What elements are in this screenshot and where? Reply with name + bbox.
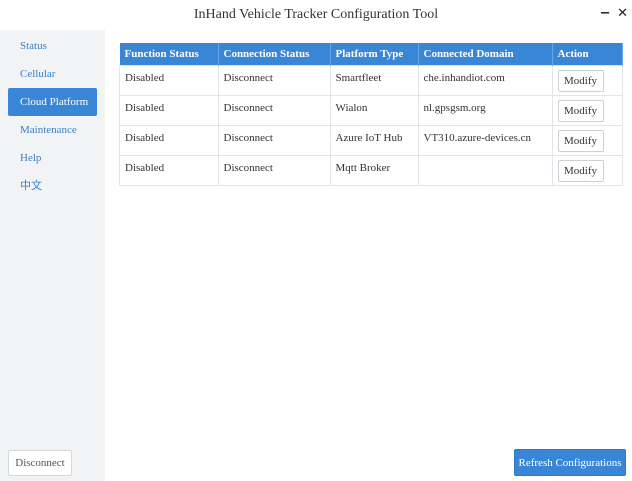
cell-function-status: Disabled — [119, 155, 219, 186]
modify-button[interactable]: Modify — [557, 70, 604, 92]
title-bar: InHand Vehicle Tracker Configuration Too… — [0, 0, 632, 30]
cell-connected-domain — [417, 155, 553, 186]
main-panel: Function Status Connection Status Platfo… — [105, 30, 632, 481]
cell-function-status: Disabled — [119, 125, 219, 156]
cell-platform-type: Mqtt Broker — [329, 155, 419, 186]
sidebar-item-status[interactable]: Status — [8, 32, 97, 60]
sidebar-item-maintenance[interactable]: Maintenance — [8, 116, 97, 144]
cell-action: Modify — [551, 125, 623, 156]
table-row: Disabled Disconnect Mqtt Broker Modify — [119, 155, 623, 186]
column-header-connection-status: Connection Status — [218, 43, 331, 66]
cell-platform-type: Smartfleet — [329, 65, 419, 96]
cell-platform-type: Wialon — [329, 95, 419, 126]
close-icon[interactable]: ✕ — [617, 6, 628, 21]
modify-button[interactable]: Modify — [557, 130, 604, 152]
table-row: Disabled Disconnect Wialon nl.gpsgsm.org… — [119, 95, 623, 126]
cell-platform-type: Azure IoT Hub — [329, 125, 419, 156]
refresh-configurations-button[interactable]: Refresh Configurations — [514, 449, 626, 476]
cell-connected-domain: VT310.azure-devices.cn — [417, 125, 553, 156]
cell-function-status: Disabled — [119, 95, 219, 126]
window-controls: − ✕ — [598, 6, 628, 21]
cell-connected-domain: che.inhandiot.com — [417, 65, 553, 96]
cell-action: Modify — [551, 95, 623, 126]
cloud-platform-table: Function Status Connection Status Platfo… — [119, 43, 623, 186]
column-header-action: Action — [552, 43, 623, 66]
modify-button[interactable]: Modify — [557, 100, 604, 122]
table-header-row: Function Status Connection Status Platfo… — [119, 43, 623, 66]
sidebar-nav: Status Cellular Cloud Platform Maintenan… — [0, 30, 105, 200]
table-row: Disabled Disconnect Azure IoT Hub VT310.… — [119, 125, 623, 156]
cell-connection-status: Disconnect — [217, 65, 331, 96]
cell-action: Modify — [551, 65, 623, 96]
sidebar-item-help[interactable]: Help — [8, 144, 97, 172]
window-title: InHand Vehicle Tracker Configuration Too… — [193, 7, 439, 22]
table-row: Disabled Disconnect Smartfleet che.inhan… — [119, 65, 623, 96]
cell-connected-domain: nl.gpsgsm.org — [417, 95, 553, 126]
sidebar-item-cloud-platform[interactable]: Cloud Platform — [8, 88, 97, 116]
column-header-connected-domain: Connected Domain — [418, 43, 553, 66]
minimize-icon[interactable]: − — [600, 6, 611, 21]
cell-action: Modify — [551, 155, 623, 186]
cell-connection-status: Disconnect — [217, 155, 331, 186]
sidebar-item-cellular[interactable]: Cellular — [8, 60, 97, 88]
cell-connection-status: Disconnect — [217, 95, 331, 126]
column-header-platform-type: Platform Type — [330, 43, 419, 66]
cell-function-status: Disabled — [119, 65, 219, 96]
sidebar-item-language[interactable]: 中文 — [8, 172, 97, 200]
modify-button[interactable]: Modify — [557, 160, 604, 182]
column-header-function-status: Function Status — [119, 43, 219, 66]
sidebar: Status Cellular Cloud Platform Maintenan… — [0, 30, 105, 481]
cell-connection-status: Disconnect — [217, 125, 331, 156]
disconnect-button[interactable]: Disconnect — [8, 450, 72, 476]
